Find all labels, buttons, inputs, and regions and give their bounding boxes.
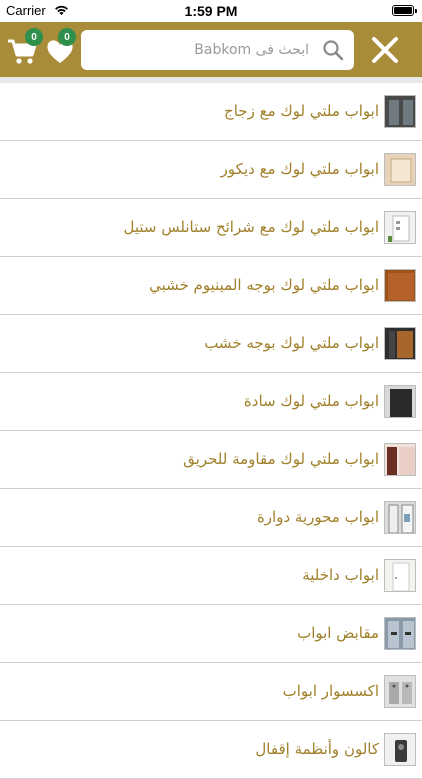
- category-label: مقابض ابواب: [297, 624, 379, 642]
- category-row[interactable]: ابواب ملتي لوك بوجه خشب: [0, 315, 422, 373]
- category-label: ابواب محورية دوارة: [256, 508, 379, 526]
- category-thumbnail: [384, 153, 416, 186]
- close-icon[interactable]: [370, 35, 400, 65]
- header-bar: 0 0: [0, 22, 422, 77]
- category-row[interactable]: ابواب محورية دوارة: [0, 489, 422, 547]
- category-thumbnail: [384, 385, 416, 418]
- category-label: ابواب ملتي لوك سادة: [243, 392, 379, 410]
- category-label: اكسسوار ابواب: [282, 682, 379, 700]
- search-icon[interactable]: [322, 39, 344, 61]
- cart-button[interactable]: 0: [6, 28, 43, 66]
- category-thumbnail: [384, 675, 416, 708]
- search-input[interactable]: [89, 30, 309, 70]
- category-row[interactable]: ابواب ملتي لوك مع شرائح ستانلس ستيل: [0, 199, 422, 257]
- cart-count-badge: 0: [25, 28, 43, 46]
- category-label: ابواب ملتي لوك بوجه خشب: [204, 334, 379, 352]
- category-thumbnail: [384, 327, 416, 360]
- category-thumbnail: [384, 443, 416, 476]
- category-thumbnail: [384, 617, 416, 650]
- category-row[interactable]: ابواب ملتي لوك مع ديكور: [0, 141, 422, 199]
- category-thumbnail: [384, 559, 416, 592]
- category-label: ابواب ملتي لوك بوجه المينيوم خشبي: [149, 276, 379, 294]
- category-thumbnail: [384, 269, 416, 302]
- category-thumbnail: [384, 95, 416, 128]
- wishlist-button[interactable]: 0: [45, 28, 76, 66]
- category-thumbnail: [384, 211, 416, 244]
- category-row[interactable]: كالون وأنظمة إقفال: [0, 721, 422, 779]
- category-label: ابواب ملتي لوك مع شرائح ستانلس ستيل: [123, 218, 380, 236]
- category-label: ابواب داخلية: [302, 566, 379, 584]
- category-label: ابواب ملتي لوك مقاومة للحريق: [183, 450, 379, 468]
- clock: 1:59 PM: [184, 3, 238, 19]
- category-thumbnail: [384, 501, 416, 534]
- category-label: ابواب ملتي لوك مع زجاج: [224, 102, 379, 120]
- category-label: ابواب ملتي لوك مع ديكور: [220, 160, 379, 178]
- battery-icon: [392, 5, 417, 16]
- status-bar: Carrier 1:59 PM: [0, 0, 422, 22]
- category-row[interactable]: ابواب ملتي لوك مقاومة للحريق: [0, 431, 422, 489]
- category-row[interactable]: ابواب داخلية: [0, 547, 422, 605]
- category-row[interactable]: ابواب ملتي لوك سادة: [0, 373, 422, 431]
- wishlist-count-badge: 0: [58, 28, 76, 46]
- category-row[interactable]: ابواب ملتي لوك بوجه المينيوم خشبي: [0, 257, 422, 315]
- category-list: ابواب ملتي لوك مع زجاج ابواب ملتي لوك مع…: [0, 83, 422, 779]
- search-box[interactable]: [81, 30, 354, 70]
- category-row[interactable]: مقابض ابواب: [0, 605, 422, 663]
- category-row[interactable]: ابواب ملتي لوك مع زجاج: [0, 83, 422, 141]
- category-row[interactable]: اكسسوار ابواب: [0, 663, 422, 721]
